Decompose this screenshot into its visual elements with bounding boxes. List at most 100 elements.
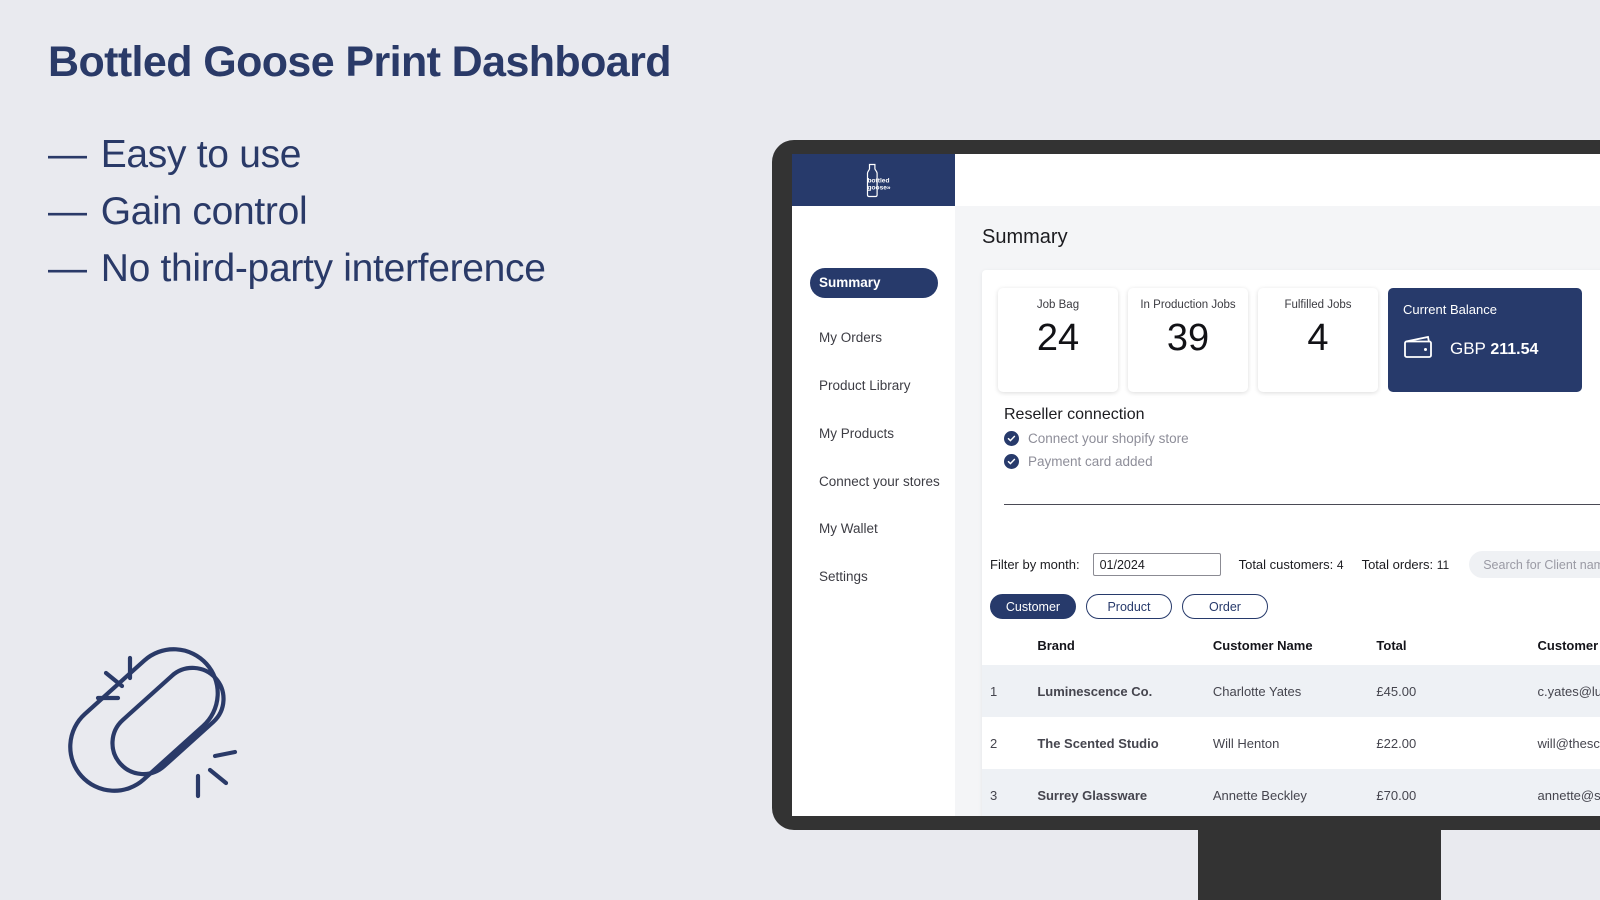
bottled-goose-logo-icon[interactable]: bottled goose» xyxy=(857,162,891,198)
tab-label: Customer xyxy=(1005,599,1061,614)
row-customer-name: Charlotte Yates xyxy=(1212,683,1302,699)
row-customer-name: Will Henton xyxy=(1212,735,1280,751)
balance-amount: GBP 211.54 xyxy=(1450,339,1538,359)
sidebar: bottled goose» Summary My Orders Product… xyxy=(792,154,955,816)
sidebar-item-my-orders[interactable]: My Orders xyxy=(792,330,955,346)
table-row[interactable]: 2 The Scented Studio Will Henton £22.00 … xyxy=(982,717,1600,769)
row-customer-email: c.yates@luminescence.com xyxy=(1537,683,1600,699)
sidebar-item-connect-your-stores[interactable]: Connect your stores xyxy=(792,474,955,489)
column-header-total: Total xyxy=(1376,638,1407,653)
promo-slide: Bottled Goose Print Dashboard — Easy to u… xyxy=(0,0,1600,900)
stat-value: 4 xyxy=(1307,317,1329,359)
check-icon xyxy=(1004,454,1019,469)
filter-month-label: Filter by month: xyxy=(990,557,1080,572)
wallet-icon xyxy=(1403,333,1435,364)
main-content: Summary Job Bag 24 In Production Jobs 39 xyxy=(955,154,1600,816)
view-tabs: Customer Product Order xyxy=(982,578,1600,619)
stat-label: Fulfilled Jobs xyxy=(1284,299,1352,311)
filter-bar: Filter by month: Total customers: 4 Tota… xyxy=(982,505,1600,578)
tab-label: Product xyxy=(1107,599,1151,614)
sidebar-item-label: My Products xyxy=(819,426,895,441)
sidebar-item-label: Settings xyxy=(819,569,868,584)
column-header-customer-name: Customer Name xyxy=(1212,638,1313,653)
sidebar-item-label: Product Library xyxy=(819,378,911,393)
list-item: — Easy to use xyxy=(48,126,546,183)
row-index: 2 xyxy=(990,735,998,751)
tab-label: Order xyxy=(1209,599,1241,614)
row-index: 3 xyxy=(990,787,998,803)
checklist-item-payment-card[interactable]: Payment card added xyxy=(1004,454,1600,469)
row-total: £22.00 xyxy=(1376,735,1417,751)
search-input[interactable] xyxy=(1469,551,1600,578)
row-customer-email: annette@surreyglassware.com xyxy=(1537,787,1600,803)
row-brand: Luminescence Co. xyxy=(1037,683,1153,699)
stat-value: 24 xyxy=(1036,317,1080,359)
sidebar-item-label: Summary xyxy=(819,275,881,290)
row-brand: The Scented Studio xyxy=(1037,735,1159,751)
check-icon xyxy=(1004,431,1019,446)
dash-glyph: — xyxy=(48,247,87,290)
customers-table: Brand Customer Name Total Customer Email… xyxy=(982,638,1600,816)
svg-text:bottled: bottled xyxy=(867,178,889,185)
sidebar-item-product-library[interactable]: Product Library xyxy=(792,378,955,394)
chain-link-icon xyxy=(52,618,282,823)
list-item: — Gain control xyxy=(48,183,546,240)
dash-glyph: — xyxy=(48,190,87,233)
stat-label: Job Bag xyxy=(1036,299,1080,311)
total-orders: Total orders: 11 xyxy=(1362,557,1450,572)
balance-value: 211.54 xyxy=(1490,340,1539,358)
stat-card-in-production-jobs[interactable]: In Production Jobs 39 xyxy=(1128,288,1248,392)
total-customers-value: 4 xyxy=(1336,558,1344,572)
logo-bar: bottled goose» xyxy=(792,154,955,206)
list-item-label: Gain control xyxy=(100,190,308,233)
table-header: Brand Customer Name Total Customer Email xyxy=(982,638,1600,665)
total-orders-label: Total orders: xyxy=(1361,557,1434,572)
stat-card-current-balance[interactable]: Current Balance GBP 211.54 xyxy=(1388,288,1582,392)
total-orders-value: 11 xyxy=(1436,558,1450,572)
list-item-label: Easy to use xyxy=(100,133,302,176)
tab-customer[interactable]: Customer xyxy=(990,594,1076,619)
balance-row: GBP 211.54 xyxy=(1403,333,1538,364)
sidebar-item-settings[interactable]: Settings xyxy=(792,569,955,585)
svg-text:goose»: goose» xyxy=(867,185,890,192)
stat-card-job-bag[interactable]: Job Bag 24 xyxy=(998,288,1118,392)
summary-card: Job Bag 24 In Production Jobs 39 Fulfill… xyxy=(982,270,1600,816)
row-customer-name: Annette Beckley xyxy=(1212,787,1307,803)
stat-value: 39 xyxy=(1166,317,1210,359)
tab-product[interactable]: Product xyxy=(1086,594,1172,619)
list-item-label: No third-party interference xyxy=(100,247,546,290)
list-item: — No third-party interference xyxy=(48,240,546,297)
dashboard-screen: bottled goose» Summary My Orders Product… xyxy=(792,154,1600,816)
month-filter-input[interactable] xyxy=(1092,553,1221,576)
checklist-item-shopify[interactable]: Connect your shopify store xyxy=(1004,431,1600,446)
sidebar-item-label: My Wallet xyxy=(819,521,878,536)
reseller-title: Reseller connection xyxy=(1004,406,1145,423)
monitor-frame: bottled goose» Summary My Orders Product… xyxy=(772,140,1600,830)
row-customer-email: will@thescentedcandle.com xyxy=(1537,735,1600,751)
stat-label: In Production Jobs xyxy=(1140,299,1236,311)
sidebar-item-label: Connect your stores xyxy=(819,474,940,489)
stat-card-fulfilled-jobs[interactable]: Fulfilled Jobs 4 xyxy=(1258,288,1378,392)
feature-list: — Easy to use — Gain control — No third-par… xyxy=(48,126,546,297)
column-header-index xyxy=(982,638,1037,665)
total-customers: Total customers: 4 xyxy=(1239,557,1344,572)
column-header-customer-email: Customer Email xyxy=(1537,638,1600,653)
total-customers-label: Total customers: xyxy=(1238,557,1334,572)
row-brand: Surrey Glassware xyxy=(1037,787,1148,803)
sidebar-item-my-wallet[interactable]: My Wallet xyxy=(792,521,955,537)
balance-label: Current Balance xyxy=(1403,302,1497,317)
row-index: 1 xyxy=(990,683,998,699)
table-body: 1 Luminescence Co. Charlotte Yates £45.0… xyxy=(982,665,1600,816)
table-row[interactable]: 1 Luminescence Co. Charlotte Yates £45.0… xyxy=(982,665,1600,717)
balance-currency: GBP xyxy=(1450,338,1486,358)
table-row[interactable]: 3 Surrey Glassware Annette Beckley £70.0… xyxy=(982,769,1600,816)
stat-cards: Job Bag 24 In Production Jobs 39 Fulfill… xyxy=(982,288,1600,392)
sidebar-item-summary[interactable]: Summary xyxy=(810,268,938,298)
sidebar-item-my-products[interactable]: My Products xyxy=(792,426,955,442)
row-total: £45.00 xyxy=(1376,683,1417,699)
tab-order[interactable]: Order xyxy=(1182,594,1268,619)
checklist-label: Payment card added xyxy=(1028,454,1153,469)
column-header-brand: Brand xyxy=(1037,638,1075,653)
top-bar xyxy=(955,154,1600,206)
sidebar-nav: Summary My Orders Product Library My Pro… xyxy=(792,206,955,585)
